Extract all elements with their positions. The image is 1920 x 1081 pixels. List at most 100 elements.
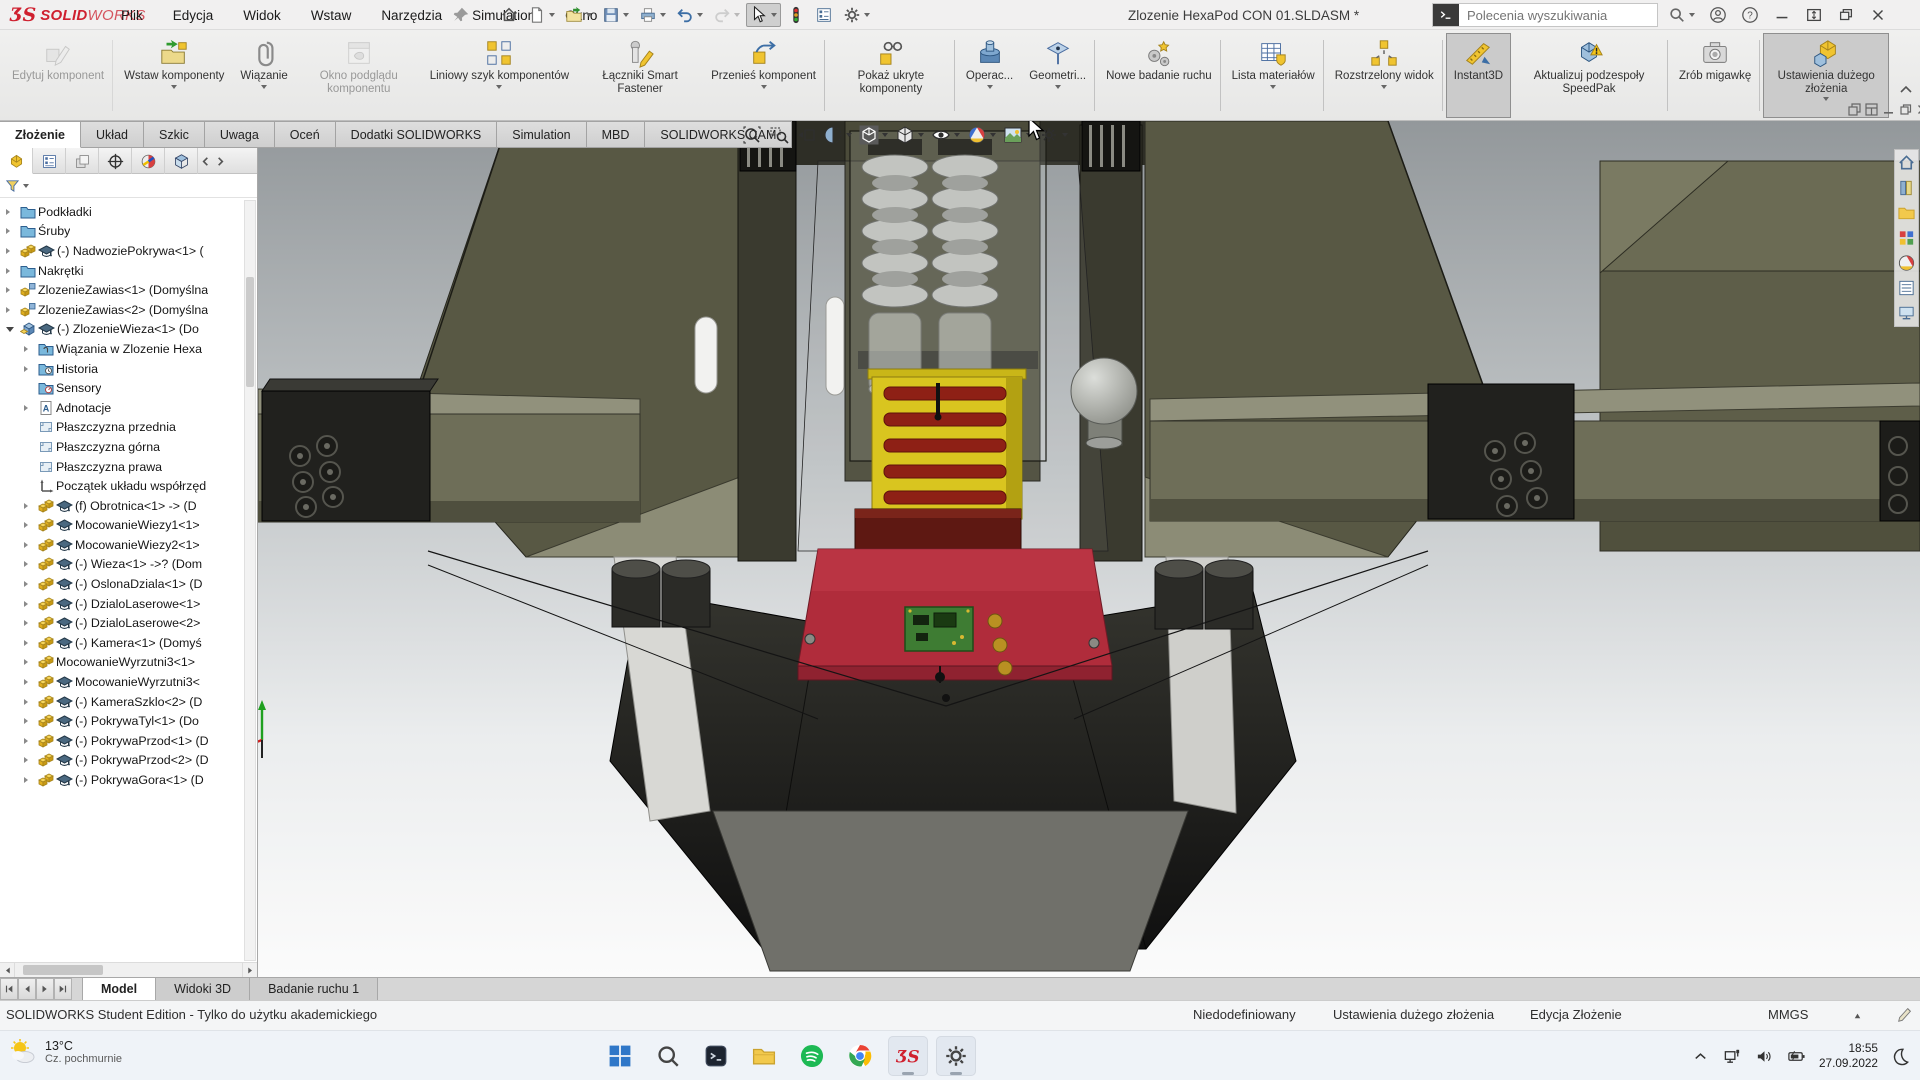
tree-item[interactable]: (-) PokrywaPrzod<1> (D [0, 731, 243, 751]
bom-button[interactable]: Lista materiałów [1224, 33, 1323, 118]
command-tab[interactable]: Układ [81, 121, 144, 148]
dropdown-caret-icon[interactable] [586, 13, 592, 17]
expand-arrow-icon[interactable] [24, 442, 36, 452]
expand-arrow-icon[interactable] [24, 677, 36, 687]
expand-arrow-icon[interactable] [24, 364, 36, 374]
tree-item[interactable]: (-) DzialoLaserowe<2> [0, 613, 243, 633]
component-preview-button[interactable]: Okno podglądu komponentu [296, 33, 422, 118]
expand-arrow-icon[interactable] [24, 618, 36, 628]
tree-item[interactable]: ZlozenieZawias<1> (Domyślna [0, 280, 243, 300]
volume-icon[interactable] [1755, 1047, 1774, 1066]
dropdown-caret-icon[interactable] [990, 133, 996, 137]
dropdown-caret-icon[interactable] [987, 85, 993, 89]
properties-button[interactable] [811, 3, 837, 27]
command-search[interactable] [1432, 3, 1658, 27]
tree-item[interactable]: (-) KameraSzklo<2> (D [0, 692, 243, 712]
dropdown-caret-icon[interactable] [496, 85, 502, 89]
dropdown-caret-icon[interactable] [734, 13, 740, 17]
expand-arrow-icon[interactable] [24, 403, 36, 413]
expand-arrow-icon[interactable] [24, 599, 36, 609]
menu-item[interactable]: Edycja [170, 6, 217, 25]
assembly-features-button[interactable]: Operac... [958, 33, 1021, 118]
settings-button[interactable] [936, 1036, 976, 1076]
search-taskbar-button[interactable] [648, 1036, 688, 1076]
tree-horizontal-scrollbar[interactable] [0, 962, 257, 977]
expand-arrow-icon[interactable] [6, 266, 18, 276]
expand-arrow-icon[interactable] [24, 755, 36, 765]
doc-minimize-button[interactable] [1882, 103, 1895, 116]
hide-show-items-button[interactable] [931, 125, 960, 145]
panel-tabs-scroll-right[interactable] [213, 148, 228, 174]
expand-arrow-icon[interactable] [24, 579, 36, 589]
network-icon[interactable] [1723, 1047, 1742, 1066]
prev-tab-button[interactable] [18, 978, 36, 1000]
expand-arrow-icon[interactable] [24, 481, 36, 491]
expand-arrow-icon[interactable] [6, 305, 18, 315]
cad-model-render[interactable] [258, 121, 1920, 977]
search-input[interactable] [1459, 4, 1657, 26]
expand-arrow-icon[interactable] [24, 540, 36, 550]
dropdown-caret-icon[interactable] [1270, 85, 1276, 89]
expand-arrow-icon[interactable] [6, 285, 18, 295]
tree-item[interactable]: (-) Kamera<1> (Domyś [0, 633, 243, 653]
tree-item[interactable]: MocowanieWyrzutni3< [0, 672, 243, 692]
taskpane-resources-tab[interactable] [1896, 177, 1917, 199]
instant3d-button[interactable]: Instant3D [1446, 33, 1511, 118]
focus-assist-icon[interactable] [1891, 1047, 1910, 1066]
document-tab[interactable]: Badanie ruchu 1 [250, 978, 378, 1000]
document-tab[interactable]: Widoki 3D [156, 978, 250, 1000]
expand-arrow-icon[interactable] [24, 501, 36, 511]
solidworks-button[interactable]: ƷS [888, 1036, 928, 1076]
tree-item[interactable]: MocowanieWiezy1<1> [0, 516, 243, 536]
tree-filter[interactable] [0, 174, 257, 198]
tree-item[interactable]: (-) ZlozenieWieza<1> (Do [0, 320, 243, 340]
taskpane-monitor-tab[interactable] [1896, 302, 1917, 324]
first-tab-button[interactable] [0, 978, 18, 1000]
taskpane-appearances-tab[interactable] [1896, 252, 1917, 274]
redo-button[interactable] [709, 3, 744, 27]
tree-item[interactable]: MocowanieWyrzutni3<1> [0, 653, 243, 673]
model-left-arm[interactable] [258, 379, 640, 522]
model-pcb[interactable] [905, 607, 973, 651]
chrome-button[interactable] [840, 1036, 880, 1076]
tree-item[interactable]: (-) DzialoLaserowe<1> [0, 594, 243, 614]
expand-arrow-icon[interactable] [24, 520, 36, 530]
edit-appearance-button[interactable] [967, 125, 996, 145]
close-button[interactable] [1869, 6, 1887, 24]
command-tab[interactable]: MBD [587, 121, 646, 148]
expand-arrow-icon[interactable] [6, 207, 18, 217]
dropdown-caret-icon[interactable] [697, 13, 703, 17]
dropdown-caret-icon[interactable] [1062, 133, 1068, 137]
interrupt-button[interactable] [783, 3, 809, 27]
dropdown-caret-icon[interactable] [23, 184, 29, 188]
tree-item[interactable]: (-) Wieza<1> ->? (Dom [0, 555, 243, 575]
zoom-area-button[interactable] [769, 125, 789, 145]
command-tab[interactable]: Dodatki SOLIDWORKS [336, 121, 498, 148]
scroll-right-button[interactable] [242, 963, 257, 977]
clock-widget[interactable]: 18:55 27.09.2022 [1819, 1041, 1878, 1072]
tree-item[interactable]: (-) PokrywaPrzod<2> (D [0, 751, 243, 771]
select-button[interactable] [746, 3, 781, 27]
save-button[interactable] [598, 3, 633, 27]
model-radiator[interactable] [868, 369, 1026, 519]
dropdown-caret-icon[interactable] [1689, 13, 1695, 17]
mate-button[interactable]: Wiązanie [232, 33, 295, 118]
graphics-viewport[interactable]: Z X [258, 121, 1920, 977]
menu-item[interactable]: Narzędzia [378, 6, 445, 25]
search-magnifier-button[interactable] [1668, 6, 1695, 24]
taskpane-palette-tab[interactable] [1896, 227, 1917, 249]
tree-item[interactable]: Płaszczyzna prawa [0, 457, 243, 477]
dropdown-caret-icon[interactable] [1055, 85, 1061, 89]
cascade-windows-button[interactable] [1848, 103, 1861, 116]
tree-item[interactable]: Sensory [0, 378, 243, 398]
spotify-button[interactable] [792, 1036, 832, 1076]
propertymanager-tab[interactable] [33, 148, 66, 174]
expand-arrow-icon[interactable] [24, 344, 36, 354]
dropdown-caret-icon[interactable] [771, 13, 777, 17]
new-document-button[interactable] [524, 3, 559, 27]
pin-menu-icon[interactable] [452, 6, 470, 24]
dropdown-caret-icon[interactable] [171, 85, 177, 89]
motion-study-button[interactable]: Nowe badanie ruchu [1098, 33, 1220, 118]
expand-arrow-icon[interactable] [6, 324, 18, 334]
command-tab[interactable]: Uwaga [205, 121, 275, 148]
